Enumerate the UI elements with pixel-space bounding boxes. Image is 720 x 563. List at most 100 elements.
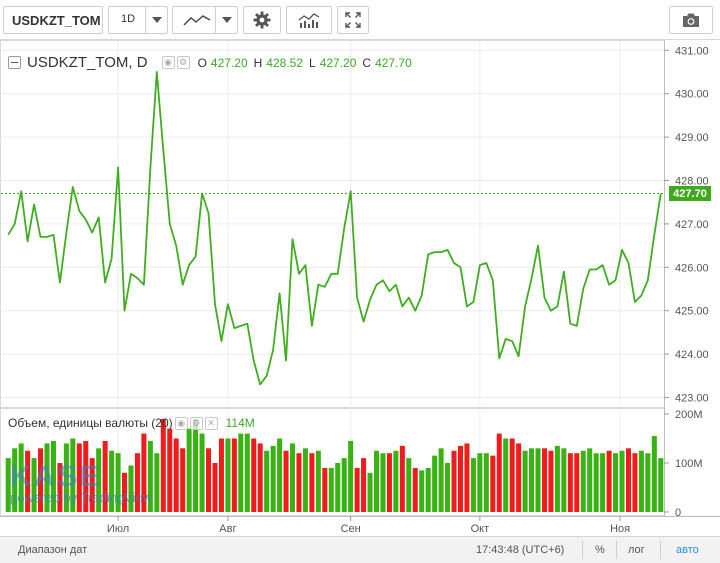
volume-bar (554, 445, 560, 512)
volume-bar (470, 458, 476, 512)
date-range-button[interactable]: Диапазон дат (18, 544, 87, 556)
volume-bar (412, 467, 418, 512)
legend-open-label: O (197, 55, 207, 70)
close-icon[interactable]: ✕ (204, 416, 218, 430)
time-tick-label: Авг (219, 523, 236, 535)
volume-bar (606, 450, 612, 512)
volume-bar (44, 443, 50, 512)
fullscreen-button[interactable] (337, 6, 369, 34)
volume-bar (477, 453, 483, 512)
volume-bar (341, 458, 347, 512)
volume-bar (231, 438, 237, 512)
volume-bar (593, 453, 599, 512)
volume-bar (632, 453, 638, 512)
time-tick-label: Окт (471, 523, 490, 535)
indicators-button[interactable] (286, 6, 332, 34)
volume-bar (134, 453, 140, 512)
volume-bar (457, 445, 464, 512)
price-legend: USDKZT_TOM, D ◉ ⚙ O 427.20 H 428.52 L 427.2… (8, 54, 412, 71)
volume-bar (419, 470, 425, 512)
volume-bar (154, 453, 160, 512)
volume-bar (18, 443, 24, 512)
volume-bar (296, 453, 302, 512)
volume-bar (354, 467, 360, 512)
clock-display[interactable]: 17:43:48 (UTC+6) (476, 544, 564, 556)
settings-small-icon[interactable]: ⚙ (189, 416, 203, 430)
legend-close-label: C (362, 55, 372, 70)
volume-bar (5, 458, 11, 512)
volume-bar (315, 450, 321, 512)
volume-bar (645, 453, 651, 512)
volume-bar (335, 463, 341, 512)
price-tick-label: 431.00 (675, 45, 709, 57)
volume-bar (147, 440, 153, 512)
volume-bar (386, 453, 392, 512)
volume-tick-label: 100M (675, 458, 703, 470)
interval-dropdown[interactable]: 1D (108, 6, 168, 34)
auto-scale-toggle[interactable]: авто (676, 544, 699, 556)
chevron-down-icon[interactable] (215, 7, 237, 33)
volume-bar (406, 458, 412, 512)
volume-bar (38, 448, 44, 512)
volume-bar (70, 438, 76, 512)
volume-bar (205, 448, 212, 512)
volume-label: Объем, единицы валюты (20) (8, 416, 173, 430)
price-tick-label: 426.00 (675, 262, 709, 274)
collapse-icon[interactable] (8, 56, 21, 69)
volume-bar (89, 458, 95, 512)
chevron-down-icon[interactable] (145, 7, 167, 33)
volume-bar (102, 440, 108, 512)
chart-area[interactable]: 431.00 430.00 429.00 428.00 427.00 426.00 425.… (0, 40, 720, 536)
volume-bar (496, 433, 502, 512)
volume-bar (561, 448, 567, 512)
status-bar: Диапазон дат 17:43:48 (UTC+6) % лог авто (0, 536, 720, 563)
legend-symbol: USDKZT_TOM, D (27, 54, 148, 71)
legend-high-label: H (253, 55, 263, 70)
time-tick-label: Ноя (610, 523, 630, 535)
symbol-search-button[interactable]: USDKZT_TOM (3, 6, 103, 34)
volume-bar (651, 436, 657, 512)
volume-bar (432, 455, 438, 512)
eye-icon[interactable]: ◉ (161, 56, 175, 69)
volume-bar (289, 443, 296, 512)
volume-bar (580, 450, 586, 512)
volume-bar (587, 448, 593, 512)
volume-bar (509, 438, 515, 512)
price-chart[interactable]: 431.00430.00429.00428.00427.00426.00425.… (0, 40, 720, 536)
indicators-icon (298, 13, 320, 28)
log-toggle[interactable]: лог (628, 544, 645, 556)
price-series-line (7, 71, 662, 386)
volume-bar (180, 448, 186, 512)
time-tick-label: Июл (107, 523, 129, 535)
line-chart-icon (183, 15, 211, 26)
volume-bar (373, 450, 380, 512)
volume-bar (328, 467, 334, 512)
volume-bar (309, 453, 315, 512)
volume-bar (425, 467, 431, 512)
settings-small-icon[interactable]: ⚙ (176, 56, 190, 69)
chart-type-dropdown[interactable] (172, 6, 238, 34)
volume-bar (83, 440, 89, 512)
price-tick-label: 423.00 (675, 393, 709, 405)
volume-bar (193, 418, 199, 512)
volume-bar (619, 450, 625, 512)
volume-legend: Объем, единицы валюты (20) ◉ ⚙ ✕ 114M (8, 416, 255, 430)
volume-bar (393, 450, 399, 512)
camera-icon (683, 13, 699, 27)
separator (660, 541, 661, 559)
volume-bar (76, 443, 82, 512)
volume-bar (464, 443, 470, 512)
volume-bar (12, 448, 18, 512)
volume-bar (115, 453, 121, 512)
settings-button[interactable] (243, 6, 281, 34)
volume-bar (399, 445, 405, 512)
volume-bar (522, 450, 528, 512)
snapshot-button[interactable] (669, 6, 713, 34)
volume-tick-label: 0 (675, 507, 681, 519)
volume-bar (574, 453, 580, 512)
eye-icon[interactable]: ◉ (174, 416, 188, 430)
volume-bar (541, 448, 547, 512)
percent-toggle[interactable]: % (595, 544, 605, 556)
interval-label: 1D (121, 13, 136, 25)
volume-bar (218, 438, 224, 512)
